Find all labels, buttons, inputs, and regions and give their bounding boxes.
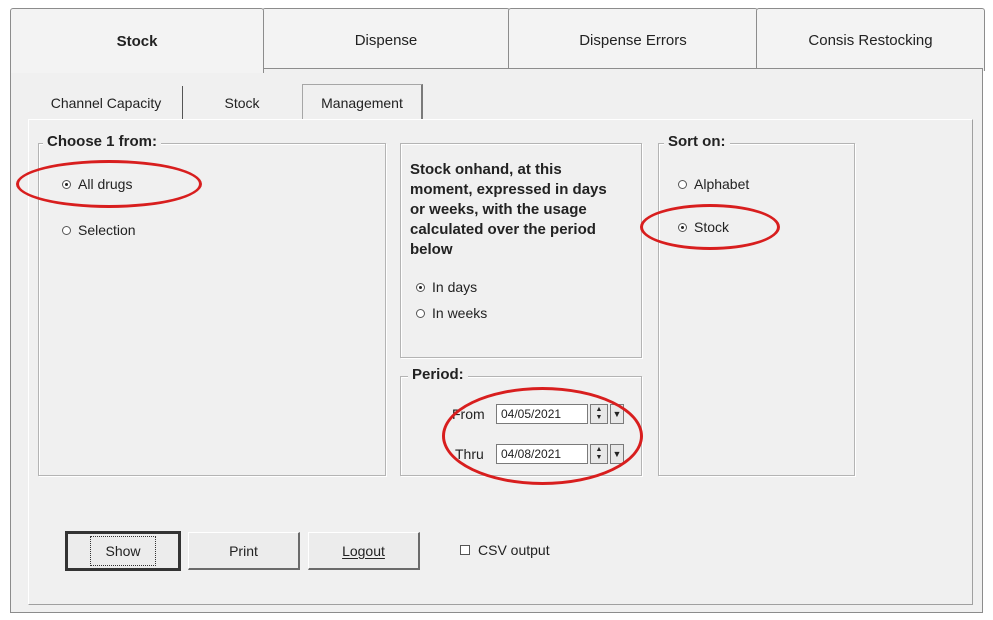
show-button-label: Show <box>90 536 156 566</box>
from-date-input[interactable]: 04/05/2021 <box>496 404 588 424</box>
tab-dispense-errors-label: Dispense Errors <box>579 31 687 49</box>
sort-group-title: Sort on: <box>664 133 730 150</box>
radio-all-drugs[interactable]: All drugs <box>62 176 132 192</box>
radio-alphabet-label: Alphabet <box>694 176 750 192</box>
thru-date-spinner[interactable]: ▲ ▼ <box>590 444 608 464</box>
csv-output-checkbox[interactable]: CSV output <box>460 542 550 558</box>
radio-in-weeks-label: In weeks <box>432 305 488 321</box>
show-button[interactable]: Show <box>65 531 181 571</box>
stock-onhand-description: Stock onhand, at this moment, expressed … <box>410 161 607 258</box>
thru-label: Thru <box>455 446 484 462</box>
tab-dispense-label: Dispense <box>354 31 418 49</box>
choose-groupbox <box>38 143 386 476</box>
radio-selection-label: Selection <box>78 222 136 238</box>
from-label: From <box>452 406 485 422</box>
csv-output-label: CSV output <box>478 542 550 558</box>
subtab-channel-capacity[interactable]: Channel Capacity <box>30 86 183 120</box>
spin-down-icon: ▼ <box>595 414 603 421</box>
radio-stock-indicator <box>678 222 687 232</box>
radio-all-drugs-label: All drugs <box>78 176 133 192</box>
radio-selection-indicator <box>62 225 71 235</box>
radio-alphabet-indicator <box>678 179 687 189</box>
radio-in-days[interactable]: In days <box>416 279 477 295</box>
radio-all-drugs-indicator <box>62 179 71 189</box>
sort-groupbox <box>658 143 855 476</box>
tab-dispense[interactable]: Dispense <box>262 8 510 71</box>
radio-in-days-indicator <box>416 282 425 292</box>
subtab-channel-capacity-label: Channel Capacity <box>50 95 162 111</box>
radio-in-weeks-indicator <box>416 308 425 318</box>
radio-alphabet[interactable]: Alphabet <box>678 176 749 192</box>
dropdown-arrow-icon: ▼ <box>612 449 622 459</box>
choose-group-title: Choose 1 from: <box>43 133 162 150</box>
print-button[interactable]: Print <box>188 532 300 570</box>
logout-button-label: Logout <box>342 542 385 559</box>
subtab-management-label: Management <box>321 95 403 111</box>
radio-stock[interactable]: Stock <box>678 219 729 235</box>
radio-in-days-label: In days <box>432 279 478 295</box>
spin-up-icon: ▲ <box>595 406 603 413</box>
csv-checkbox-box <box>460 545 470 555</box>
tab-stock-label: Stock <box>116 32 158 50</box>
radio-in-weeks[interactable]: In weeks <box>416 305 487 321</box>
print-button-label: Print <box>229 542 258 559</box>
tab-stock[interactable]: Stock <box>10 8 264 73</box>
subtab-stock-label: Stock <box>224 95 260 111</box>
thru-date-input[interactable]: 04/08/2021 <box>496 444 588 464</box>
from-date-dropdown[interactable]: ▼ <box>610 404 624 424</box>
tab-dispense-errors[interactable]: Dispense Errors <box>508 8 758 71</box>
thru-date-dropdown[interactable]: ▼ <box>610 444 624 464</box>
tab-consis-restocking[interactable]: Consis Restocking <box>756 8 985 71</box>
tab-consis-restocking-label: Consis Restocking <box>808 31 933 49</box>
radio-stock-label: Stock <box>694 219 730 235</box>
dropdown-arrow-icon: ▼ <box>612 409 622 419</box>
period-title: Period: <box>408 366 468 383</box>
subtab-management[interactable]: Management <box>302 84 423 121</box>
logout-button[interactable]: Logout <box>308 532 420 570</box>
spin-down-icon: ▼ <box>595 454 603 461</box>
radio-selection[interactable]: Selection <box>62 222 136 238</box>
spin-up-icon: ▲ <box>595 446 603 453</box>
subtab-stock[interactable]: Stock <box>190 86 294 120</box>
from-date-spinner[interactable]: ▲ ▼ <box>590 404 608 424</box>
